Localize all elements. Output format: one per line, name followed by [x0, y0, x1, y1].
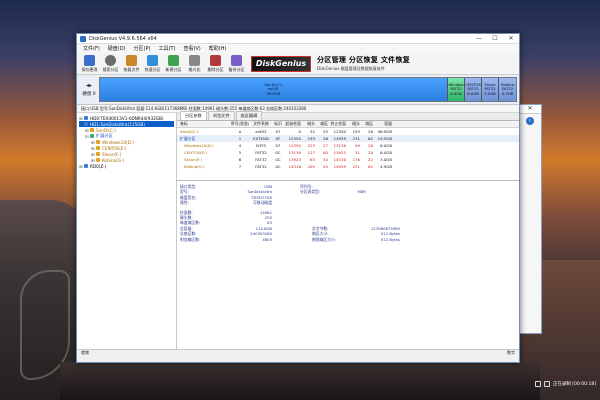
- disk-details: 接口类型: USB 序列号: 型号: SanDiskUltra 分区表类型: MBR 磁盘…: [177, 181, 519, 349]
- status-bar: 就绪 数字: [77, 349, 519, 356]
- brand-subtitle: DiskGenius 磁盘管理及数据恢复软件: [317, 66, 385, 71]
- partition-segment-main[interactable]: SanDi(C:) exFAT 96.9GB: [100, 78, 448, 101]
- table-header: 卷标 序号(状态) 文件系统 标识 起始柱面 磁头 扇区 终止柱面 磁头 扇区 …: [177, 121, 519, 128]
- info-icon: i: [526, 117, 534, 125]
- search-partition-button[interactable]: 搜索分区: [100, 54, 121, 74]
- new-partition-icon: [168, 54, 179, 66]
- status-numlock: 数字: [507, 350, 515, 355]
- background-window[interactable]: ✕ i: [518, 104, 542, 334]
- disk-nav[interactable]: ◂▸ 硬盘 0: [79, 77, 99, 102]
- save-icon: [84, 54, 95, 66]
- brand-banner: DiskGenius 分区管理 分区恢复 文件恢复 DiskGenius 磁盘管…: [251, 54, 410, 74]
- table-row[interactable]: Windows10(D:) 4 NTFS 07 12350 225 27 131…: [177, 142, 519, 149]
- partition-icon: [96, 146, 100, 150]
- recover-files-button[interactable]: 恢复文件: [121, 54, 142, 74]
- save-changes-button[interactable]: 保存更改: [79, 54, 100, 74]
- table-row[interactable]: Slicon(F:) 6 FAT32 0C 13923 63 30 14316 …: [177, 156, 519, 163]
- delete-icon: [210, 54, 221, 66]
- partition-table: 卷标 序号(状态) 文件系统 标识 起始柱面 磁头 扇区 终止柱面 磁头 扇区 …: [177, 121, 519, 181]
- recover-icon: [126, 54, 137, 66]
- partition-segment-kebina[interactable]: Kebina FAT32 4.9GB: [499, 78, 516, 101]
- table-row[interactable]: SanDi(C:) 0 exFAT 07 0 32 33 12350 193 2…: [177, 128, 519, 135]
- pause-icon[interactable]: [543, 381, 550, 387]
- tab-bar: 分区参数 浏览文件 扇区编辑: [177, 111, 519, 121]
- diskgenius-window: DiskGenius V4.9.6.564 x64 — ☐ ✕ 文件(F) 硬盘…: [76, 33, 520, 363]
- quick-partition-icon: [147, 54, 158, 66]
- partition-bar: SanDi(C:) exFAT 96.9GB Window FAT32 6.0G…: [99, 77, 517, 102]
- new-partition-button[interactable]: 新建分区: [163, 54, 184, 74]
- recording-bar: 正在录制 [00:00:18]: [500, 378, 600, 390]
- partition-icon: [96, 140, 100, 144]
- quick-partition-button[interactable]: 快速分区: [142, 54, 163, 74]
- menu-file[interactable]: 文件(F): [79, 45, 104, 52]
- disk-info-line: 接口:USB 型号:SanDiskUltra 容量:114.6GB(117368…: [77, 105, 519, 113]
- backup-partition-button[interactable]: 备份分区: [226, 54, 247, 74]
- maximize-button[interactable]: ☐: [487, 34, 503, 44]
- tab-sector-edit[interactable]: 扇区编辑: [235, 111, 263, 120]
- partition-icon: [96, 152, 100, 156]
- disk-icon: [84, 164, 88, 168]
- wallpaper-foreground: [60, 362, 540, 400]
- partition-icon: [96, 158, 100, 162]
- format-button[interactable]: 格式化: [184, 54, 205, 74]
- menu-disk[interactable]: 硬盘(D): [104, 45, 130, 52]
- diskgenius-logo: DiskGenius: [251, 55, 311, 72]
- minimize-button[interactable]: —: [471, 34, 487, 44]
- disk-prev-arrow-icon[interactable]: ◂▸: [86, 82, 92, 89]
- table-row[interactable]: CENTOS(E:) 5 FAT32 0C 13136 127 60 13923…: [177, 149, 519, 156]
- table-row[interactable]: Kebina(G:) 7 FAT32 0C 14316 205 55 14959…: [177, 163, 519, 170]
- menu-partition[interactable]: 分区(P): [130, 45, 155, 52]
- disk-icon: [84, 116, 88, 120]
- tree-item-rd0[interactable]: ⊞ RD0(Z:): [79, 163, 174, 169]
- toolbar: 保存更改 搜索分区 恢复文件 快速分区 新建分区 格式化 删除分区 备份分区 D…: [77, 53, 519, 75]
- tab-partition-params[interactable]: 分区参数: [180, 111, 207, 120]
- tree-item-hd0[interactable]: ⊞ HD0:TEX40013V1-0DNR44(932GB): [79, 115, 174, 121]
- backup-icon: [231, 54, 242, 66]
- record-control-icon[interactable]: [534, 381, 541, 387]
- partition-icon: [90, 134, 94, 138]
- menu-tools[interactable]: 工具(T): [154, 45, 179, 52]
- title-bar: DiskGenius V4.9.6.564 x64 — ☐ ✕: [77, 34, 519, 44]
- disk-tree: ⊞ HD0:TEX40013V1-0DNR44(932GB) ⊟ HD1:SanDi…: [77, 113, 177, 349]
- disk-map: ◂▸ 硬盘 0 SanDi(C:) exFAT 96.9GB Window FA…: [77, 75, 519, 105]
- search-icon: [105, 54, 116, 66]
- disk-label: 硬盘 0: [82, 92, 96, 97]
- tab-browse-files[interactable]: 浏览文件: [207, 111, 235, 120]
- menu-help[interactable]: 帮助(H): [205, 45, 231, 52]
- app-icon: [80, 35, 86, 42]
- window-title: DiskGenius V4.9.6.564 x64: [89, 35, 157, 42]
- status-text: 就绪: [81, 350, 89, 355]
- delete-partition-button[interactable]: 删除分区: [205, 54, 226, 74]
- partition-icon: [90, 128, 94, 132]
- recording-time: 正在录制 [00:00:18]: [552, 382, 596, 387]
- brand-title: 分区管理 分区恢复 文件恢复: [317, 56, 411, 64]
- table-row[interactable]: 扩展分区 1 EXTEND 0F 12350 193 26 14959 231 …: [177, 135, 519, 142]
- partition-segment-slicon[interactable]: Slicon FAT32 3.0GB: [482, 78, 499, 101]
- partition-segment-centos[interactable]: CENTOS FAT32 6.0GB: [465, 78, 482, 101]
- disk-icon: [84, 122, 88, 126]
- menu-bar: 文件(F) 硬盘(D) 分区(P) 工具(T) 查看(V) 帮助(H): [77, 44, 519, 53]
- format-icon: [189, 54, 200, 66]
- menu-view[interactable]: 查看(V): [179, 45, 204, 52]
- background-window-close-icon[interactable]: ✕: [519, 105, 541, 114]
- partition-segment-windows[interactable]: Window FAT32 6.0GB: [448, 78, 465, 101]
- main-panel: 分区参数 浏览文件 扇区编辑 卷标 序号(状态) 文件系统 标识 起始柱面 磁头…: [177, 111, 519, 349]
- close-button[interactable]: ✕: [503, 34, 519, 44]
